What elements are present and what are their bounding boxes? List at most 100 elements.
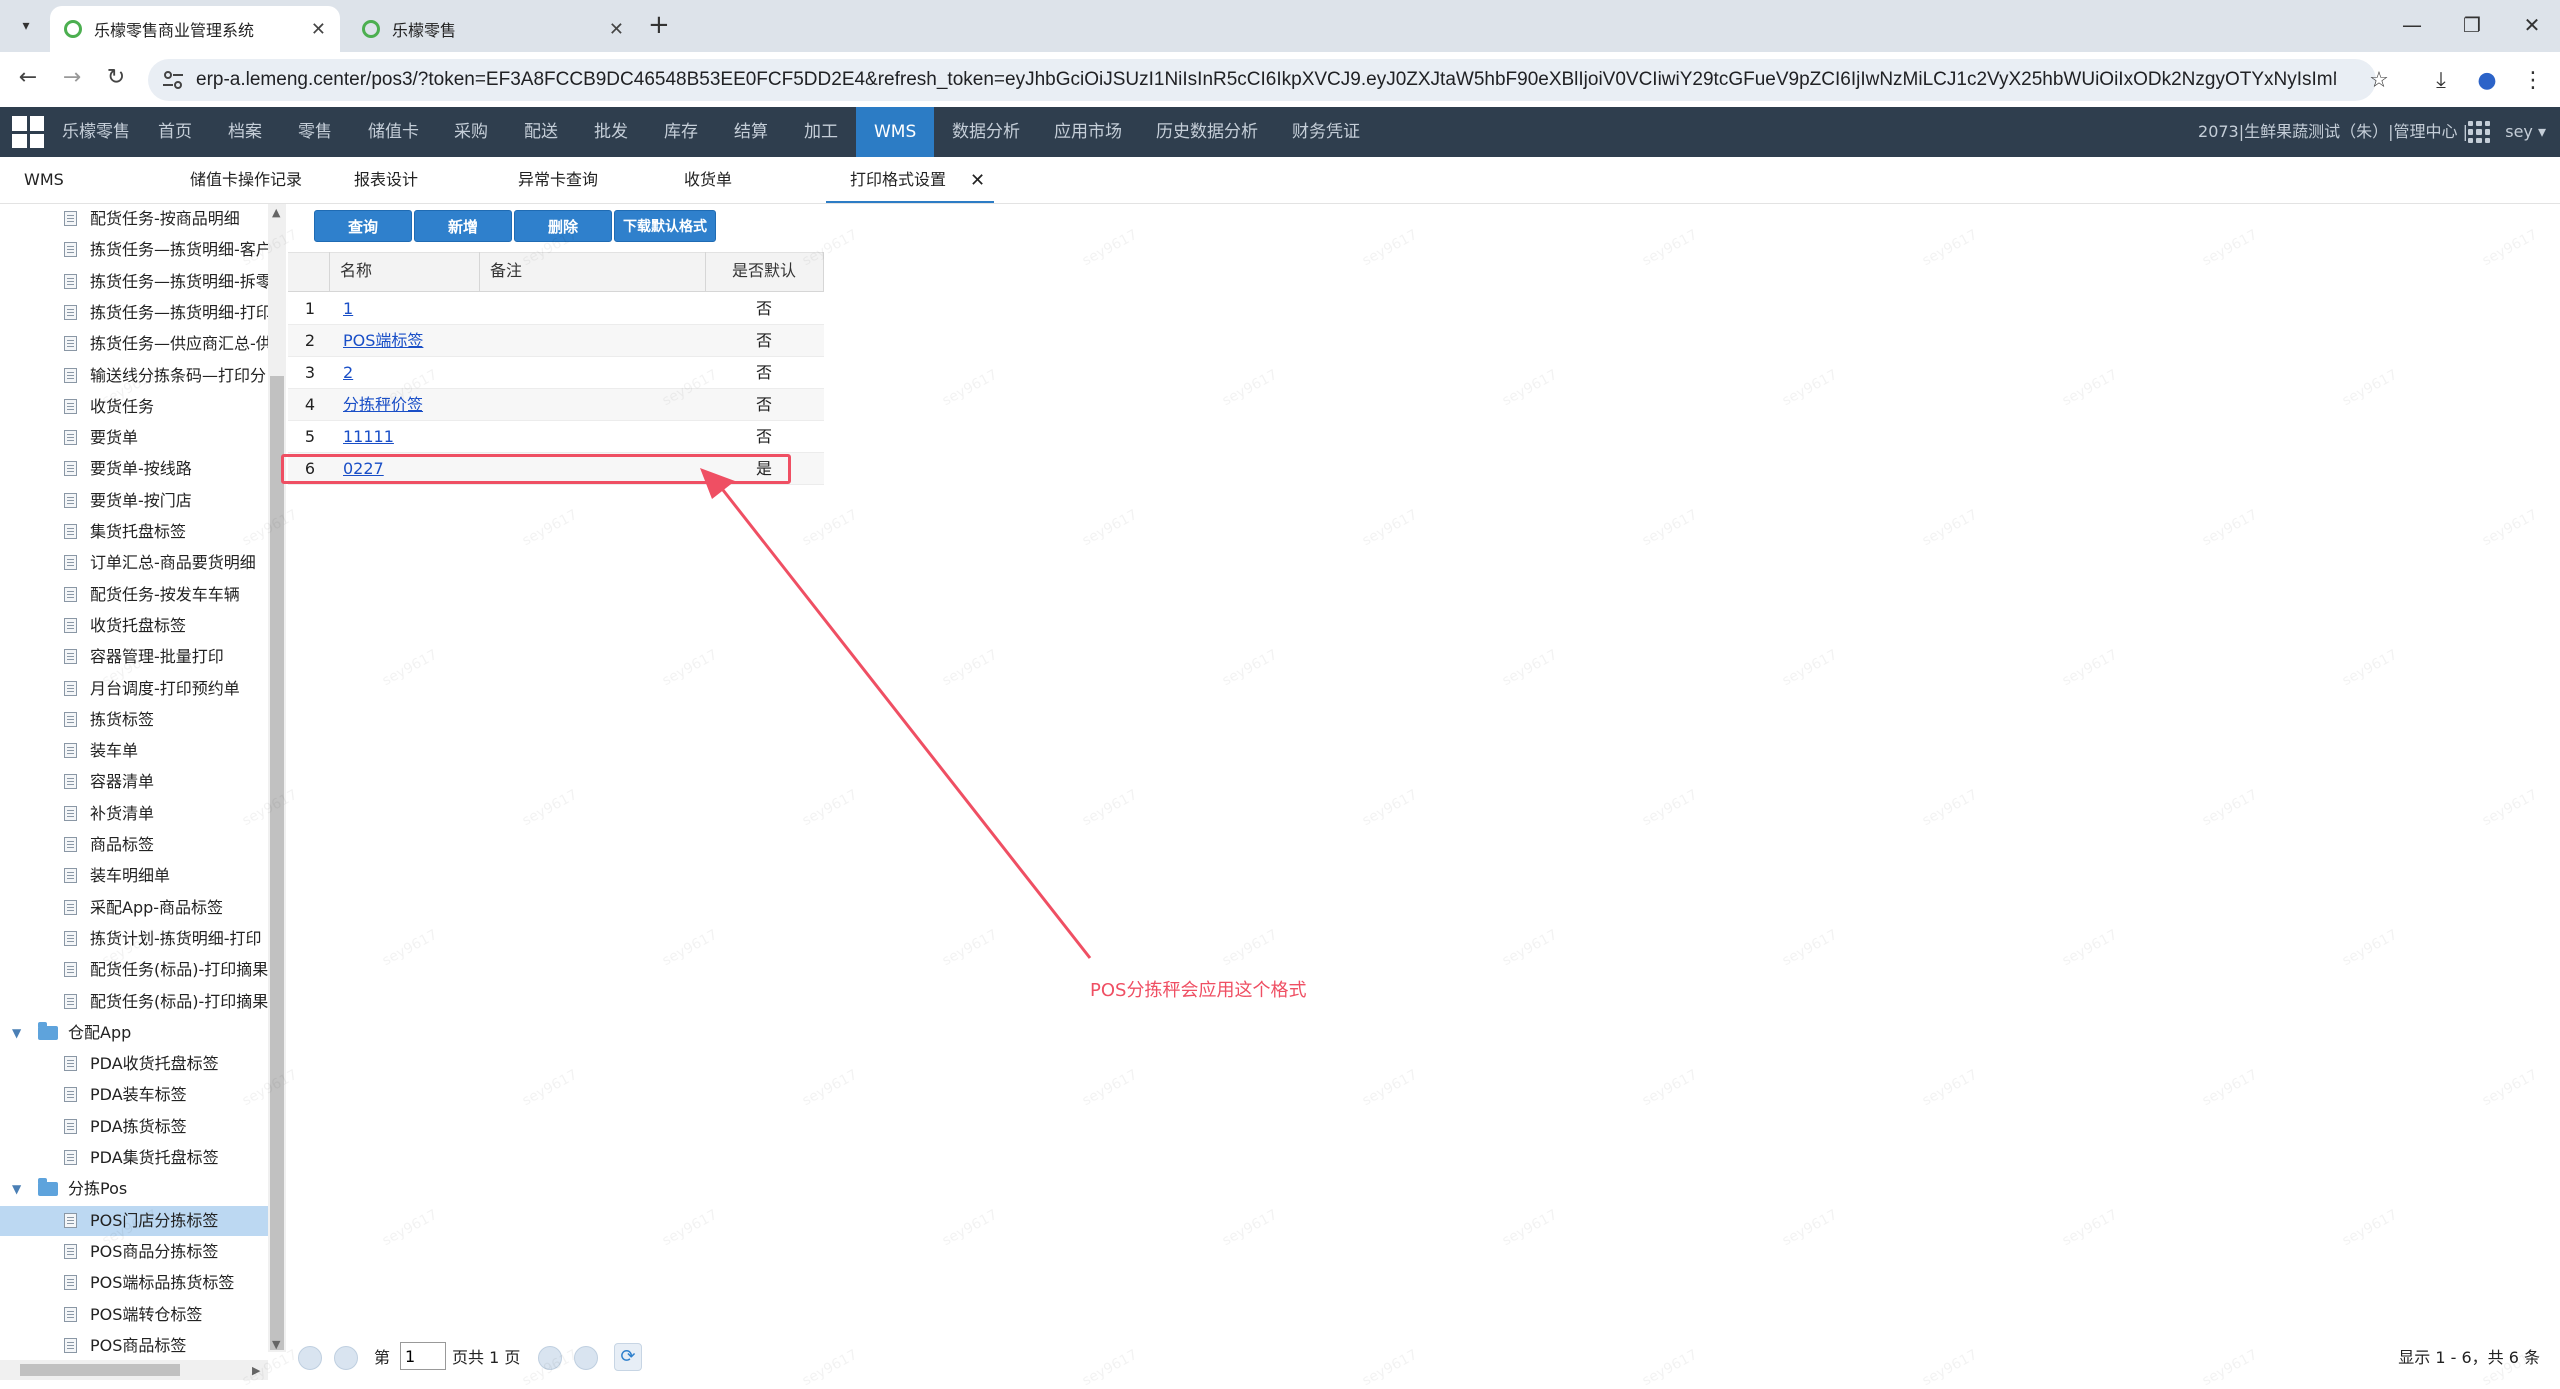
- last-page-button[interactable]: [574, 1346, 598, 1370]
- nav-item-brand[interactable]: 乐檬零售: [62, 107, 130, 157]
- grid-header-remark[interactable]: 备注: [480, 252, 706, 292]
- nav-item-finance-voucher[interactable]: 财务凭证: [1292, 107, 1360, 157]
- prev-page-button[interactable]: [334, 1346, 358, 1370]
- download-icon[interactable]: ⤓: [2426, 66, 2456, 96]
- tree-item[interactable]: 容器清单: [0, 767, 268, 797]
- app-grid-icon[interactable]: [12, 116, 44, 148]
- tree-item[interactable]: 配货任务(标品)-打印摘果: [0, 955, 268, 985]
- back-icon[interactable]: ←: [14, 64, 42, 92]
- new-tab-button[interactable]: +: [648, 10, 670, 40]
- restore-button[interactable]: ❐: [2452, 10, 2492, 40]
- tree-item[interactable]: 要货单-按门店: [0, 486, 268, 516]
- expand-toggle-icon[interactable]: ▼: [12, 1018, 21, 1048]
- nav-item-history-analysis[interactable]: 历史数据分析: [1156, 107, 1258, 157]
- nav-item-wholesale[interactable]: 批发: [594, 107, 628, 157]
- tree-item[interactable]: 拣货任务—供应商汇总-供: [0, 329, 268, 359]
- tree-item[interactable]: 收货托盘标签: [0, 611, 268, 641]
- scroll-right-icon[interactable]: ▶: [252, 1364, 260, 1377]
- format-name-link[interactable]: 分拣秤价签: [343, 389, 423, 421]
- tab-stored-value-records[interactable]: 储值卡操作记录: [190, 157, 302, 203]
- browser-tab-active[interactable]: 乐檬零售商业管理系统 ✕: [50, 6, 340, 52]
- tree-folder[interactable]: ▼ 仓配App: [0, 1018, 268, 1048]
- page-number-input[interactable]: [400, 1342, 446, 1370]
- scroll-up-icon[interactable]: ▲: [272, 206, 280, 219]
- tree-item[interactable]: 订单汇总-商品要货明细: [0, 548, 268, 578]
- format-name-link[interactable]: 2: [343, 357, 353, 389]
- tree-item[interactable]: 拣货任务—拣货明细-打印: [0, 298, 268, 328]
- org-info[interactable]: 2073|生鲜果蔬测试（朱）|管理中心 |: [2198, 107, 2468, 157]
- nav-item-inventory[interactable]: 库存: [664, 107, 698, 157]
- tree-item[interactable]: 月台调度-打印预约单: [0, 674, 268, 704]
- tree-item[interactable]: 拣货计划-拣货明细-打印: [0, 924, 268, 954]
- tree-item[interactable]: PDA收货托盘标签: [0, 1049, 268, 1079]
- tree-item[interactable]: POS端标品拣货标签: [0, 1268, 268, 1298]
- tree-item[interactable]: 拣货标签: [0, 705, 268, 735]
- nav-item-archive[interactable]: 档案: [228, 107, 262, 157]
- profile-icon[interactable]: ●: [2472, 66, 2502, 96]
- format-name-link[interactable]: 1: [343, 293, 353, 325]
- tree-item[interactable]: POS商品标签: [0, 1331, 268, 1361]
- nav-item-app-market[interactable]: 应用市场: [1054, 107, 1122, 157]
- tab-search-chevron-icon[interactable]: ▾: [12, 12, 40, 40]
- tab-report-design[interactable]: 报表设计: [354, 157, 418, 203]
- query-button[interactable]: 查询: [314, 210, 412, 242]
- tree-item[interactable]: 配货任务(标品)-打印摘果: [0, 987, 268, 1017]
- tab-close-icon[interactable]: ✕: [970, 170, 985, 191]
- scroll-down-icon[interactable]: ▼: [272, 1338, 280, 1351]
- grid-header-name[interactable]: 名称: [330, 252, 480, 292]
- tab-print-format-settings[interactable]: 打印格式设置: [826, 157, 994, 203]
- nav-item-settlement[interactable]: 结算: [734, 107, 768, 157]
- menu-icon[interactable]: ⋮: [2518, 66, 2548, 96]
- tree-item[interactable]: POS商品分拣标签: [0, 1237, 268, 1267]
- apps-icon[interactable]: [2468, 121, 2490, 143]
- tab-abnormal-card-query[interactable]: 异常卡查询: [518, 157, 598, 203]
- tree-item[interactable]: 装车明细单: [0, 861, 268, 891]
- nav-item-home[interactable]: 首页: [158, 107, 192, 157]
- tree-item[interactable]: 装车单: [0, 736, 268, 766]
- tree-folder[interactable]: ▼ 分拣Pos: [0, 1174, 268, 1204]
- minimize-button[interactable]: —: [2392, 10, 2432, 40]
- tab-receipt[interactable]: 收货单: [684, 157, 732, 203]
- format-name-link[interactable]: POS端标签: [343, 325, 423, 357]
- forward-icon[interactable]: →: [58, 64, 86, 92]
- expand-toggle-icon[interactable]: ▼: [12, 1174, 21, 1204]
- tree-item[interactable]: PDA集货托盘标签: [0, 1143, 268, 1173]
- site-settings-icon[interactable]: [162, 70, 184, 90]
- tree-item[interactable]: 配货任务-按发车车辆: [0, 580, 268, 610]
- nav-item-processing[interactable]: 加工: [804, 107, 838, 157]
- next-page-button[interactable]: [538, 1346, 562, 1370]
- nav-item-data-analysis[interactable]: 数据分析: [952, 107, 1020, 157]
- user-menu[interactable]: sey ▾: [2505, 107, 2546, 157]
- delete-button[interactable]: 删除: [514, 210, 612, 242]
- nav-item-purchase[interactable]: 采购: [454, 107, 488, 157]
- tree-item[interactable]: 输送线分拣条码—打印分: [0, 361, 268, 391]
- tree-item[interactable]: 要货单: [0, 423, 268, 453]
- tree-item[interactable]: POS端转仓标签: [0, 1300, 268, 1330]
- browser-tab[interactable]: 乐檬零售 ✕: [348, 6, 638, 52]
- tree-item[interactable]: PDA拣货标签: [0, 1112, 268, 1142]
- tree-item[interactable]: 拣货任务—拣货明细-客户: [0, 235, 268, 265]
- tree-item[interactable]: 补货清单: [0, 799, 268, 829]
- tree-item[interactable]: 配货任务-按商品明细: [0, 204, 268, 234]
- tree-item[interactable]: 要货单-按线路: [0, 454, 268, 484]
- nav-item-retail[interactable]: 零售: [298, 107, 332, 157]
- window-close-button[interactable]: ✕: [2512, 10, 2552, 40]
- tree-item[interactable]: POS门店分拣标签: [0, 1205, 268, 1236]
- tree-item[interactable]: 容器管理-批量打印: [0, 642, 268, 672]
- tree-item[interactable]: 拣货任务—拣货明细-拆零: [0, 267, 268, 297]
- tree-item[interactable]: PDA装车标签: [0, 1080, 268, 1110]
- download-default-format-button[interactable]: 下载默认格式: [614, 210, 716, 242]
- add-button[interactable]: 新增: [414, 210, 512, 242]
- tree-item[interactable]: 采配App-商品标签: [0, 893, 268, 923]
- refresh-icon[interactable]: ⟳: [614, 1343, 642, 1371]
- tree-item[interactable]: 商品标签: [0, 830, 268, 860]
- nav-item-wms[interactable]: WMS: [856, 107, 935, 157]
- star-icon[interactable]: ☆: [2364, 66, 2394, 96]
- nav-item-stored-value-card[interactable]: 储值卡: [368, 107, 419, 157]
- nav-item-distribution[interactable]: 配送: [524, 107, 558, 157]
- sidebar-hscroll-thumb[interactable]: [20, 1364, 180, 1376]
- reload-icon[interactable]: ↻: [102, 64, 130, 92]
- grid-header-default[interactable]: 是否默认: [706, 252, 824, 292]
- first-page-button[interactable]: [298, 1346, 322, 1370]
- tab-close-icon[interactable]: ✕: [609, 19, 624, 40]
